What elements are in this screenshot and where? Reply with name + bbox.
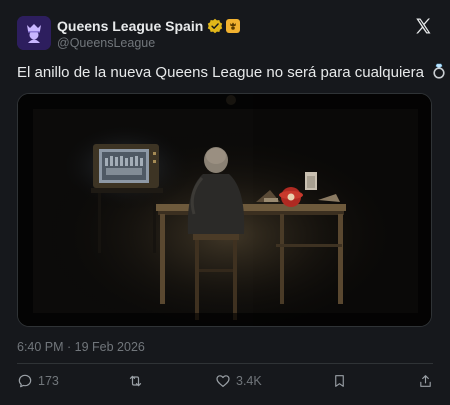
heart-icon — [216, 375, 230, 387]
retweet-icon — [129, 375, 142, 387]
share-button[interactable] — [418, 371, 433, 391]
affiliate-mini-crest-icon — [230, 22, 237, 30]
tweet-card: Queens League Spain @QueensLeague El ani… — [0, 0, 450, 405]
avatar[interactable] — [17, 16, 51, 50]
dark-room-tv-desk-scene — [18, 94, 431, 326]
tweet-actions: 173 3.4K — [17, 371, 433, 391]
reply-button[interactable]: 173 — [17, 371, 59, 391]
queens-league-crest-icon — [17, 16, 51, 50]
tweet-timestamp[interactable]: 6:40 PM · 19 Feb 2026 — [17, 340, 145, 354]
retweet-button[interactable] — [127, 371, 149, 391]
affiliate-badge-icon[interactable] — [226, 19, 241, 33]
ring-icon — [433, 63, 445, 79]
author-name-row: Queens League Spain — [57, 17, 241, 35]
verified-gold-badge-icon — [208, 18, 223, 34]
tweet-media-image[interactable] — [17, 93, 432, 327]
handle[interactable]: @QueensLeague — [57, 36, 155, 50]
share-icon — [420, 375, 431, 387]
bookmark-button[interactable] — [332, 371, 347, 391]
reply-icon — [18, 374, 32, 388]
like-button[interactable]: 3.4K — [215, 371, 262, 391]
tweet-body: El anillo de la nueva Queens League no s… — [17, 64, 424, 81]
x-logo-icon[interactable] — [414, 17, 432, 35]
tweet-text: El anillo de la nueva Queens League no s… — [17, 63, 446, 83]
display-name[interactable]: Queens League Spain — [57, 18, 203, 34]
reply-count: 173 — [38, 374, 59, 388]
divider — [17, 363, 433, 364]
bookmark-icon — [335, 375, 344, 387]
like-count: 3.4K — [236, 374, 262, 388]
